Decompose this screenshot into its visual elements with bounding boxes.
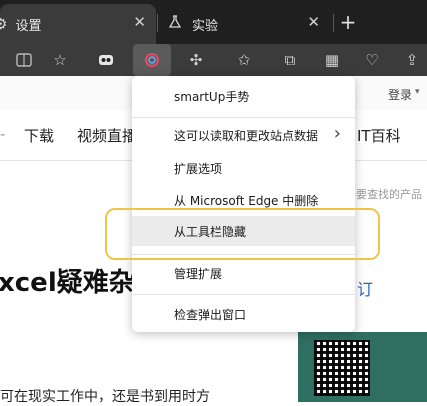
chevron-down-icon: ▾: [415, 87, 420, 97]
menu-item-smartup[interactable]: smartUp手势: [132, 81, 355, 111]
extensions-icon[interactable]: ✣: [182, 46, 210, 74]
tab-title: 实验: [192, 18, 219, 34]
menu-item-site-access[interactable]: 这可以读取和更改站点数据 ›: [132, 120, 355, 150]
menu-item-label: 从 Microsoft Edge 中删除: [174, 193, 319, 208]
split-screen-icon[interactable]: [10, 46, 38, 74]
favorites-icon[interactable]: ✩: [230, 46, 258, 74]
page-headline: xcel疑难杂: [0, 268, 135, 298]
nav-item-video[interactable]: 视频直播: [77, 125, 137, 146]
settings-icon: ⚙: [0, 15, 8, 33]
highlight-outline: [105, 208, 380, 260]
favorite-add-icon[interactable]: ☆: [46, 46, 74, 74]
flask-icon: [168, 15, 182, 33]
extension-context-menu: smartUp手势 这可以读取和更改站点数据 › 扩展选项 从 Microsof…: [132, 76, 355, 332]
share-icon[interactable]: ⇪: [398, 46, 426, 74]
apps-icon[interactable]: ▦: [318, 46, 346, 74]
menu-divider: [132, 294, 355, 295]
nav-item-download[interactable]: 下载: [24, 125, 54, 146]
new-tab-button[interactable]: +: [338, 10, 358, 34]
login-link[interactable]: 登录: [388, 86, 412, 103]
article-text: 可在现实工作中，还是书到用时方: [0, 389, 210, 405]
menu-item-label: 扩展选项: [174, 161, 223, 176]
tab-divider: [333, 14, 334, 32]
extension-eyes-icon[interactable]: [92, 46, 120, 74]
menu-item-manage-extensions[interactable]: 管理扩展: [132, 258, 355, 288]
tab-experiments[interactable]: 实验 ✕: [158, 4, 330, 44]
menu-item-label: 这可以读取和更改站点数据: [174, 128, 319, 143]
menu-item-inspect-popup[interactable]: 检查弹出窗口: [132, 299, 355, 329]
menu-item-label: smartUp手势: [174, 89, 250, 104]
performance-icon[interactable]: ♡: [358, 46, 386, 74]
qr-code-icon: [314, 340, 370, 396]
tab-close-button[interactable]: ✕: [133, 13, 146, 31]
chevron-right-icon: ›: [333, 123, 341, 144]
tab-title: 设置: [15, 18, 42, 34]
nav-item-it-wiki[interactable]: IT百科: [357, 125, 401, 146]
toolbar: ☆ ✣ ✩ ⧉ ▦ ♡ ⇪: [0, 44, 427, 76]
menu-item-label: 检查弹出窗口: [174, 307, 247, 322]
menu-item-extension-options[interactable]: 扩展选项: [132, 153, 355, 183]
search-input[interactable]: 要查找的产品: [356, 186, 422, 202]
qr-code-panel: [298, 332, 427, 402]
tab-close-button[interactable]: ✕: [307, 13, 320, 31]
menu-item-label: 管理扩展: [174, 266, 223, 281]
nav-fragment: ‐: [0, 125, 6, 143]
smartup-icon[interactable]: [133, 44, 171, 76]
collections-icon[interactable]: ⧉: [276, 46, 304, 74]
side-link[interactable]: 订: [357, 276, 373, 300]
tab-settings[interactable]: ⚙ 设置 ✕: [0, 4, 156, 44]
menu-divider: [132, 117, 355, 118]
